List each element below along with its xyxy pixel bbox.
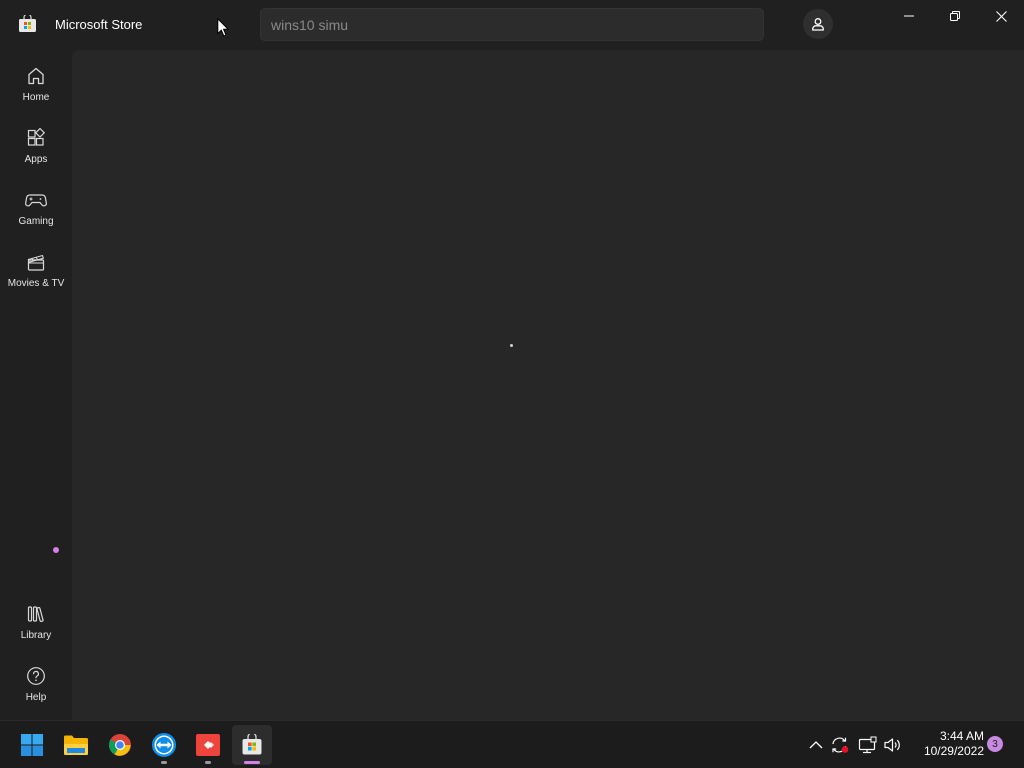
loading-spinner: [510, 344, 513, 347]
search-box[interactable]: [260, 8, 764, 41]
clock-date: 10/29/2022: [923, 744, 984, 758]
library-update-badge: [53, 547, 59, 553]
sidebar-item-label: Help: [25, 692, 47, 703]
help-icon: [24, 664, 48, 688]
window-title: Microsoft Store: [55, 17, 143, 32]
minimize-button[interactable]: [886, 0, 932, 32]
network-button[interactable]: [858, 735, 878, 755]
file-explorer-icon: [64, 735, 88, 755]
library-icon: [24, 602, 48, 626]
sidebar-item-gaming[interactable]: Gaming: [0, 180, 72, 236]
taskbar-chrome[interactable]: [100, 725, 140, 765]
sidebar-item-home[interactable]: Home: [0, 56, 72, 112]
mouse-cursor-icon: [217, 18, 229, 37]
profile-button[interactable]: [803, 9, 833, 39]
running-indicator: [205, 761, 211, 764]
taskbar: 3:44 AM 10/29/2022: [0, 720, 1024, 768]
sidebar-item-movies-tv[interactable]: Movies & TV: [0, 242, 72, 298]
speaker-icon: [884, 738, 900, 752]
running-indicator: [161, 761, 167, 764]
taskbar-file-explorer[interactable]: [56, 725, 96, 765]
notification-count-badge[interactable]: 3: [987, 736, 1003, 752]
apps-icon: [24, 126, 48, 150]
sidebar-item-label: Apps: [24, 154, 48, 165]
sync-status-button[interactable]: [830, 735, 850, 755]
volume-button[interactable]: [883, 735, 903, 755]
sidebar-item-label: Movies & TV: [7, 278, 65, 289]
main-content: [72, 50, 1024, 720]
taskbar-microsoft-store[interactable]: [232, 725, 272, 765]
sidebar-item-library[interactable]: Library: [0, 594, 72, 650]
chevron-up-icon: [809, 741, 823, 749]
close-button[interactable]: [978, 0, 1024, 32]
home-icon: [24, 64, 48, 88]
show-hidden-icons-button[interactable]: [806, 735, 826, 755]
start-button[interactable]: [12, 725, 52, 765]
chrome-icon: [109, 734, 131, 756]
active-indicator: [244, 761, 260, 764]
taskbar-anydesk[interactable]: [188, 725, 228, 765]
sync-error-icon: [832, 737, 849, 753]
person-icon: [812, 18, 824, 31]
store-icon: [242, 734, 262, 755]
taskbar-clock[interactable]: 3:44 AM 10/29/2022: [908, 729, 984, 759]
sidebar-item-label: Home: [22, 92, 50, 103]
title-bar[interactable]: Microsoft Store: [0, 0, 1024, 50]
sidebar-item-label: Gaming: [18, 216, 54, 227]
close-icon: [995, 10, 1007, 22]
restore-icon: [950, 11, 960, 21]
gamepad-icon: [24, 188, 48, 212]
microsoft-store-window: Microsoft Store wins10 simu Home Apps Ga…: [0, 0, 1024, 720]
restore-button[interactable]: [932, 0, 978, 32]
store-app-icon: [18, 15, 37, 33]
search-input[interactable]: [271, 16, 753, 33]
minimize-icon: [904, 15, 914, 17]
sidebar-item-help[interactable]: Help: [0, 656, 72, 712]
sidebar-nav: Home Apps Gaming Movies & TV Library Hel…: [0, 50, 72, 720]
network-icon: [858, 736, 877, 754]
windows-start-icon: [21, 734, 43, 756]
taskbar-teamviewer[interactable]: [144, 725, 184, 765]
clock-time: 3:44 AM: [939, 729, 984, 743]
teamviewer-icon: [152, 733, 176, 757]
sidebar-item-apps[interactable]: Apps: [0, 118, 72, 174]
clapperboard-icon: [24, 250, 48, 274]
anydesk-icon: [196, 734, 220, 756]
sidebar-item-label: Library: [20, 630, 52, 641]
